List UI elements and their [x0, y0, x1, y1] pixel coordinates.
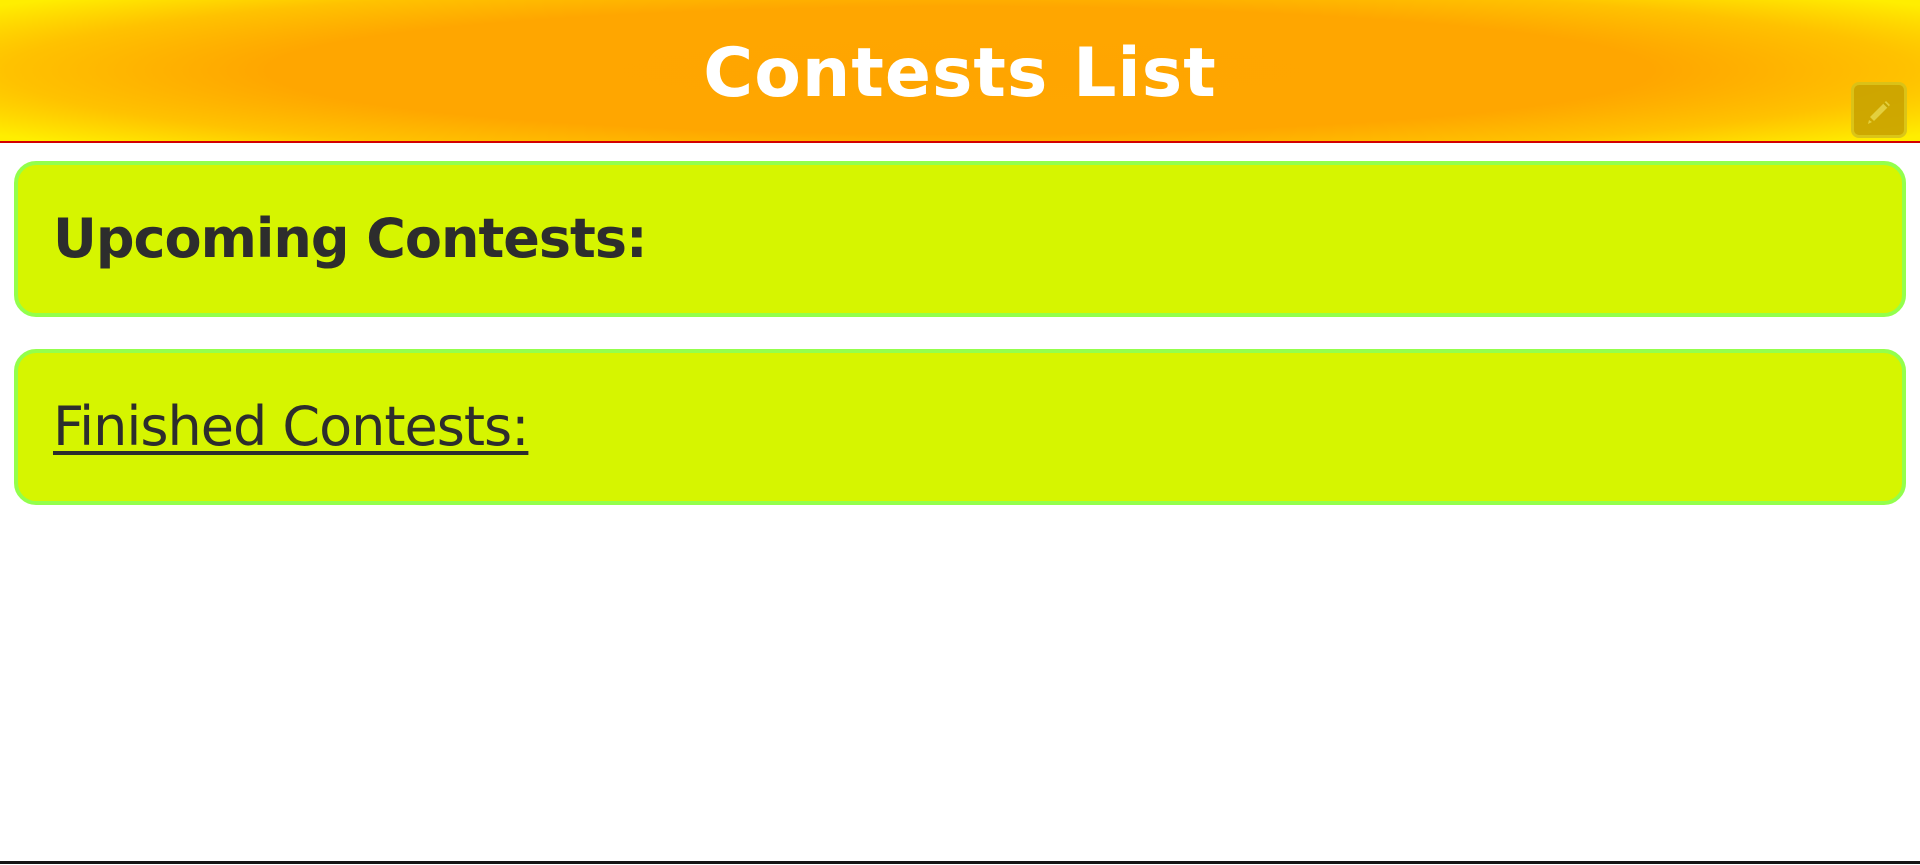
page-title: Contests List [703, 34, 1217, 113]
finished-contests-link[interactable]: Finished Contests: [53, 394, 529, 460]
pencil-icon [1868, 101, 1890, 124]
bottom-divider [0, 861, 1920, 864]
finished-contests-panel: Finished Contests: [14, 349, 1906, 505]
page-header: Contests List [0, 0, 1920, 143]
edit-toggle-button[interactable] [1851, 82, 1907, 138]
upcoming-contests-heading: Upcoming Contests: [53, 207, 648, 270]
upcoming-contests-panel: Upcoming Contests: [14, 161, 1906, 317]
